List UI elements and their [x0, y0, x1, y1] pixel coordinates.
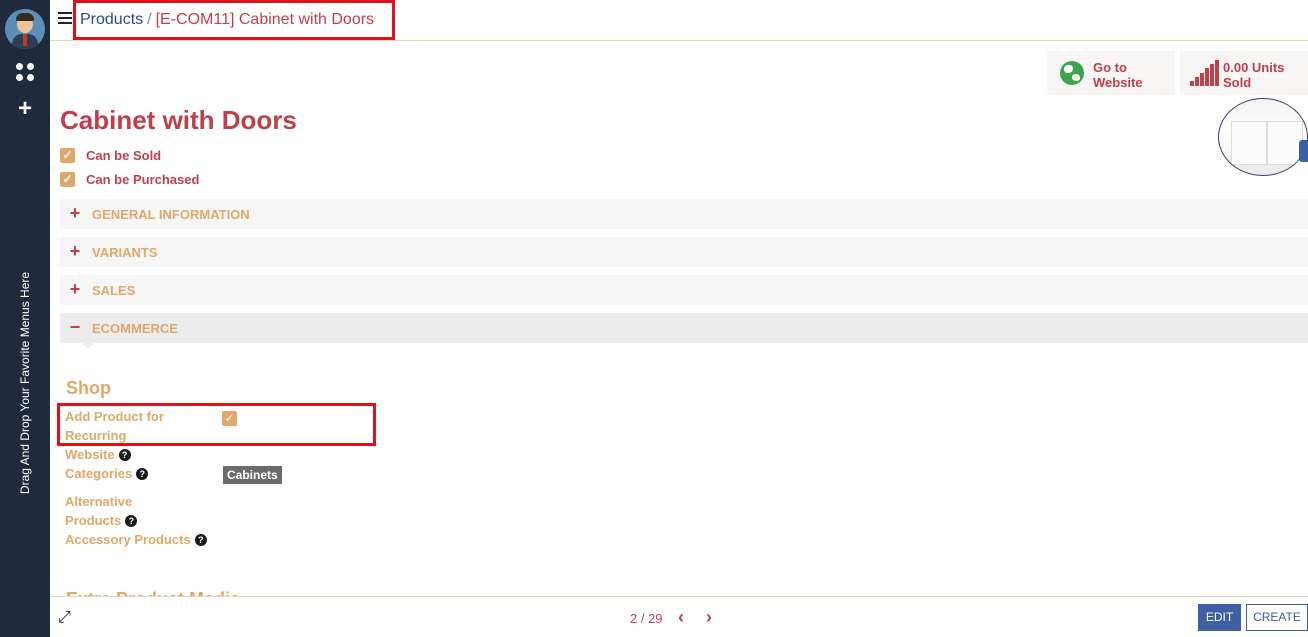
- product-image[interactable]: [1218, 98, 1308, 176]
- breadcrumb: Products / [E-COM11] Cabinet with Doors: [80, 11, 374, 29]
- section-ecommerce[interactable]: − ECOMMERCE: [60, 313, 1308, 343]
- globe-icon: [1060, 61, 1084, 85]
- image-edit-handle[interactable]: [1299, 140, 1308, 162]
- pager-value[interactable]: 2 / 29: [630, 611, 663, 626]
- section-label: ECOMMERCE: [92, 321, 178, 336]
- breadcrumb-current: [E-COM11] Cabinet with Doors: [155, 11, 375, 28]
- pager-previous-icon[interactable]: ‹: [678, 608, 684, 626]
- edit-button[interactable]: EDIT: [1198, 604, 1241, 631]
- expand-icon: +: [69, 241, 81, 261]
- pager-next-icon[interactable]: ›: [706, 608, 712, 626]
- section-label: SALES: [92, 283, 136, 298]
- expand-icon: +: [69, 279, 81, 299]
- category-tag[interactable]: Cabinets: [223, 466, 282, 484]
- can-be-sold-checkbox[interactable]: ✓: [60, 148, 75, 163]
- section-label: GENERAL INFORMATION: [92, 207, 250, 222]
- cabinet-door-right: [1267, 121, 1303, 165]
- bottom-bar: ⤢ 2 / 29 ‹ › EDIT CREATE: [50, 596, 1308, 637]
- apps-icon[interactable]: [16, 63, 34, 81]
- section-pointer: [82, 343, 94, 349]
- units-sold-value: 0.00 Units: [1223, 60, 1285, 75]
- alternative-products-label: Alternative Products?: [65, 492, 138, 530]
- collapse-icon: −: [69, 317, 81, 337]
- add-product-recurring-label: Add Product for Recurring: [65, 409, 164, 443]
- add-product-recurring-checkbox[interactable]: ✓: [222, 411, 237, 426]
- help-icon[interactable]: ?: [125, 515, 138, 527]
- can-be-sold-label: Can be Sold: [86, 148, 162, 163]
- expand-icon: +: [69, 203, 81, 223]
- hamburger-menu-icon[interactable]: [58, 12, 72, 24]
- section-sales[interactable]: + SALES: [60, 275, 1308, 305]
- breadcrumb-products-link[interactable]: Products: [80, 11, 143, 28]
- section-label: VARIANTS: [92, 245, 158, 260]
- website-button-line2: Website: [1093, 75, 1143, 90]
- shop-heading: Shop: [66, 378, 111, 398]
- units-sold-label: Sold: [1223, 75, 1252, 90]
- go-to-website-button[interactable]: Go to Website: [1047, 51, 1175, 95]
- expand-arrows-icon[interactable]: ⤢: [58, 610, 71, 626]
- avatar-tie: [23, 34, 27, 46]
- avatar-hair: [16, 13, 34, 21]
- section-general-information[interactable]: + GENERAL INFORMATION: [60, 199, 1308, 229]
- can-be-purchased-checkbox[interactable]: ✓: [60, 172, 75, 187]
- user-avatar[interactable]: [5, 9, 45, 49]
- help-icon[interactable]: ?: [136, 468, 149, 480]
- plus-icon[interactable]: +: [16, 97, 34, 121]
- product-name[interactable]: Cabinet with Doors: [60, 105, 297, 136]
- help-icon[interactable]: ?: [118, 449, 131, 461]
- sidebar: + Drag And Drop Your Favorite Menus Here: [0, 0, 50, 637]
- cabinet-door-left: [1231, 121, 1267, 165]
- favorites-drop-hint: Drag And Drop Your Favorite Menus Here: [18, 271, 32, 495]
- categories-field-label: Categories?: [65, 464, 149, 483]
- website-button-line1: Go to: [1093, 60, 1127, 75]
- section-variants[interactable]: + VARIANTS: [60, 237, 1308, 267]
- can-be-purchased-label: Can be Purchased: [86, 172, 200, 187]
- create-button[interactable]: CREATE: [1246, 604, 1308, 631]
- help-icon[interactable]: ?: [194, 534, 207, 546]
- breadcrumb-separator: /: [147, 11, 152, 28]
- website-field-label: Website?: [65, 445, 131, 464]
- bar-chart-icon: [1190, 60, 1220, 86]
- accessory-products-label: Accessory Products?: [65, 530, 207, 549]
- control-panel: Products / [E-COM11] Cabinet with Doors: [50, 0, 1308, 41]
- units-sold-button[interactable]: 0.00 Units Sold: [1180, 51, 1308, 95]
